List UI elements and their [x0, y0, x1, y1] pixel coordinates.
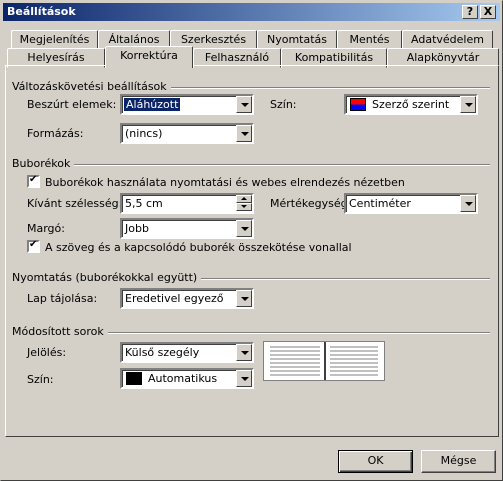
author-color-icon	[350, 98, 366, 111]
use-balloons-checkbox[interactable]	[27, 174, 40, 188]
tab-korrektura[interactable]: Korrektúra	[105, 46, 193, 68]
inserted-label: Beszúrt elemek:	[27, 98, 117, 111]
window-title: Beállítások	[7, 5, 76, 18]
unit-select[interactable]: Centiméter	[344, 193, 478, 214]
preview-lines-icon	[270, 342, 378, 380]
unit-value: Centiméter	[349, 197, 411, 210]
help-button[interactable]: ?	[462, 5, 478, 19]
mark-label: Jelölés:	[27, 346, 67, 359]
margin-value: Jobb	[125, 222, 149, 235]
connect-line-checkbox[interactable]	[27, 239, 40, 253]
inserted-value: Aláhúzott	[124, 98, 181, 111]
width-value: 5,5 cm	[125, 197, 163, 210]
spin-down-icon[interactable]	[236, 203, 252, 211]
auto-color-icon	[126, 372, 142, 385]
chevron-down-icon[interactable]	[236, 96, 252, 113]
orientation-value: Eredetivel egyező	[125, 292, 224, 305]
chevron-down-icon[interactable]	[236, 370, 252, 387]
lines-color-select[interactable]: Automatikus	[120, 368, 254, 389]
tab-mentes[interactable]: Mentés	[337, 30, 402, 50]
format-select[interactable]: (nincs)	[120, 123, 254, 144]
format-label: Formázás:	[27, 127, 84, 140]
options-dialog: Beállítások ? X Megjelenítés Általános S…	[0, 0, 503, 481]
chevron-down-icon[interactable]	[460, 96, 476, 113]
chevron-down-icon[interactable]	[236, 125, 252, 142]
mark-value: Külső szegély	[125, 346, 200, 359]
lines-color-label: Szín:	[27, 373, 54, 386]
group-separator	[12, 164, 490, 166]
use-balloons-label: Buborékok használata nyomtatási és webes…	[45, 176, 405, 189]
color-select[interactable]: Szerző szerint	[344, 94, 478, 115]
color-label: Szín:	[270, 98, 297, 111]
changed-lines-group-title: Módosított sorok	[12, 325, 108, 338]
spin-up-icon[interactable]	[236, 195, 252, 203]
lines-color-value: Automatikus	[148, 372, 218, 385]
margin-label: Margó:	[27, 222, 65, 235]
width-label: Kívánt szélesség:	[27, 197, 123, 210]
mark-select[interactable]: Külső szegély	[120, 342, 254, 363]
color-value: Szerző szerint	[372, 98, 450, 111]
orientation-select[interactable]: Eredetivel egyező	[120, 288, 254, 309]
ok-button[interactable]: OK	[338, 450, 413, 473]
close-button[interactable]: X	[480, 5, 496, 19]
tab-panel: Változáskövetési beállítások Beszúrt ele…	[5, 65, 499, 437]
width-spinner[interactable]: 5,5 cm	[120, 193, 254, 214]
chevron-down-icon[interactable]	[236, 220, 252, 237]
chevron-down-icon[interactable]	[460, 195, 476, 212]
chevron-down-icon[interactable]	[236, 344, 252, 361]
balloons-group-title: Buborékok	[12, 157, 75, 170]
title-bar[interactable]: Beállítások ? X	[3, 3, 500, 21]
tracking-group-title: Változáskövetési beállítások	[12, 80, 171, 93]
changed-lines-preview	[263, 341, 385, 381]
format-value: (nincs)	[125, 127, 163, 140]
cancel-button[interactable]: Mégse	[421, 450, 496, 473]
inserted-select[interactable]: Aláhúzott	[120, 94, 254, 115]
unit-label: Mértékegység:	[270, 197, 352, 210]
orientation-label: Lap tájolása:	[27, 292, 98, 305]
tab-nyomtatas[interactable]: Nyomtatás	[257, 30, 337, 50]
printing-group-title: Nyomtatás (buborékokkal együtt)	[12, 271, 202, 284]
connect-line-label: A szöveg és a kapcsolódó buborék összekö…	[45, 241, 352, 254]
chevron-down-icon[interactable]	[236, 290, 252, 307]
tab-adatvedelem[interactable]: Adatvédelem	[402, 30, 493, 50]
margin-select[interactable]: Jobb	[120, 218, 254, 239]
tab-megjelenites[interactable]: Megjelenítés	[11, 30, 98, 50]
